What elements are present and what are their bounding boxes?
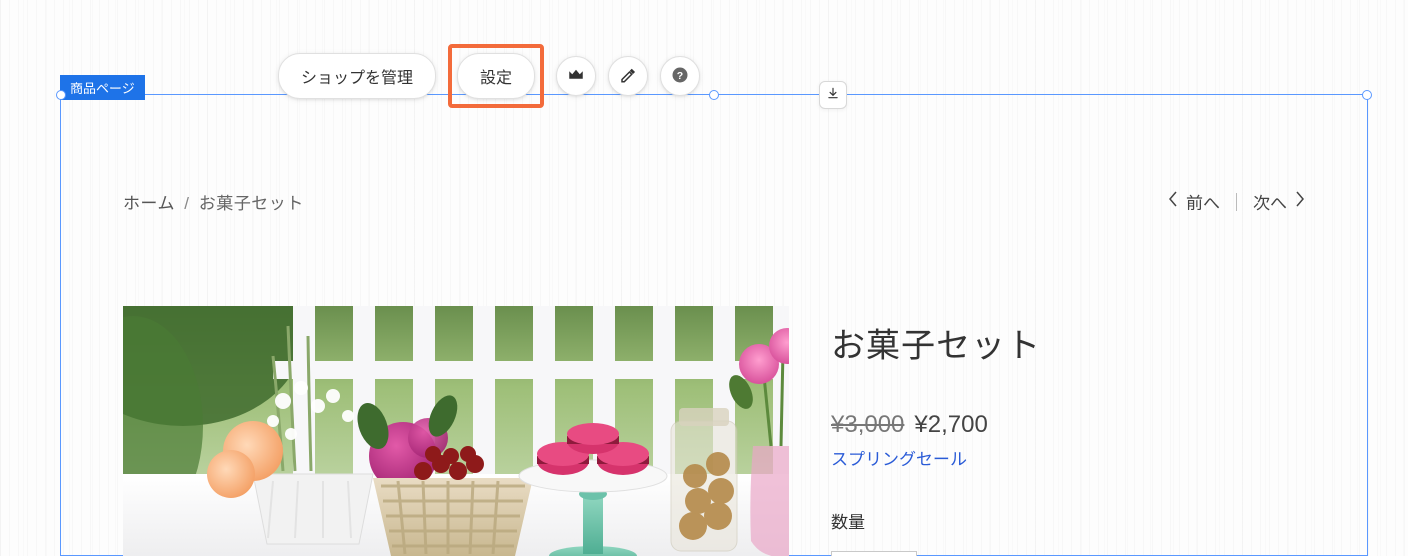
product-image[interactable] (123, 306, 789, 556)
chevron-left-icon (1168, 191, 1178, 212)
premium-button[interactable] (556, 56, 596, 96)
product-nav: 前へ 次へ (1168, 189, 1305, 214)
crown-icon (567, 66, 585, 87)
design-icon (619, 66, 637, 87)
breadcrumb-separator: / (184, 194, 189, 213)
prev-product-link[interactable]: 前へ (1168, 189, 1220, 214)
settings-button[interactable]: 設定 (457, 53, 535, 99)
nav-divider (1236, 193, 1237, 211)
manage-shop-button[interactable]: ショップを管理 (278, 53, 436, 99)
breadcrumb: ホーム / お菓子セット (123, 189, 304, 214)
download-tool-button[interactable] (819, 81, 847, 109)
help-icon: ? (671, 66, 689, 87)
price-row: ¥3,000 ¥2,700 (831, 411, 1305, 439)
sale-tag: スプリングセール (831, 445, 1305, 470)
next-label: 次へ (1253, 189, 1287, 214)
product-info: お菓子セット ¥3,000 ¥2,700 スプリングセール 数量 (831, 306, 1305, 556)
product-title: お菓子セット (831, 318, 1305, 367)
design-button[interactable] (608, 56, 648, 96)
product-page-content: ホーム / お菓子セット 前へ 次へ (61, 95, 1367, 556)
price-original: ¥3,000 (831, 411, 904, 439)
quantity-label: 数量 (831, 508, 1305, 533)
next-product-link[interactable]: 次へ (1253, 189, 1305, 214)
breadcrumb-home[interactable]: ホーム (123, 194, 175, 213)
product-row: お菓子セット ¥3,000 ¥2,700 スプリングセール 数量 (123, 306, 1305, 556)
selection-frame[interactable]: 商品ページ ホーム / お菓子セット 前へ (60, 94, 1368, 556)
price-sale: ¥2,700 (914, 411, 987, 439)
breadcrumb-row: ホーム / お菓子セット 前へ 次へ (123, 189, 1305, 214)
editor-toolbar: ショップを管理 設定 ? (278, 44, 700, 108)
prev-label: 前へ (1186, 189, 1220, 214)
svg-text:?: ? (677, 69, 683, 81)
download-icon (826, 86, 840, 105)
help-button[interactable]: ? (660, 56, 700, 96)
breadcrumb-current: お菓子セット (199, 194, 304, 213)
chevron-right-icon (1295, 191, 1305, 212)
settings-highlight: 設定 (448, 44, 544, 108)
quantity-input[interactable] (831, 551, 917, 556)
